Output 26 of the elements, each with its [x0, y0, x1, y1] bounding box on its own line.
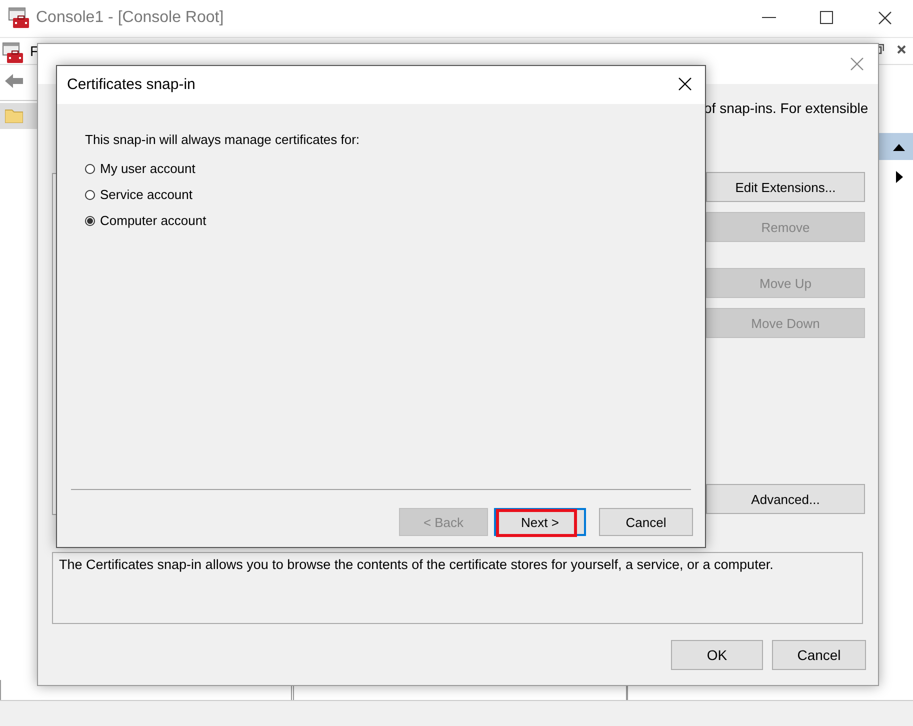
folder-icon	[5, 108, 23, 123]
wizard-button[interactable]: Cancel	[599, 508, 693, 536]
close-icon[interactable]	[678, 77, 692, 91]
collapse-icon[interactable]	[893, 144, 905, 151]
radio-button[interactable]	[85, 216, 95, 226]
radio-button[interactable]	[85, 164, 95, 174]
maximize-icon[interactable]	[820, 11, 833, 24]
close-icon[interactable]	[897, 45, 906, 54]
footer-button[interactable]: Cancel	[772, 640, 866, 670]
side-button[interactable]: Edit Extensions...	[706, 172, 865, 202]
radio-label[interactable]: Service account	[100, 187, 192, 202]
footer-button[interactable]: OK	[671, 640, 763, 670]
dialog-title: Certificates snap-in	[67, 76, 196, 93]
back-arrow-icon[interactable]	[4, 73, 24, 89]
side-button[interactable]: Advanced...	[706, 484, 865, 514]
minimize-icon[interactable]	[762, 17, 776, 19]
header-bar[interactable]	[879, 133, 913, 160]
app-icon	[8, 7, 30, 29]
prompt-text: This snap-in will always manage certificates for:	[85, 132, 360, 147]
description-box: The Certificates snap-in allows you to browse the contents of the certificate stores for yourself, a service, or a computer.	[52, 552, 863, 624]
close-icon[interactable]	[878, 11, 892, 25]
expand-icon[interactable]	[896, 171, 903, 183]
radio-button[interactable]	[85, 190, 95, 200]
window-title: Console1 - [Console Root]	[36, 9, 224, 27]
radio-label[interactable]: Computer account	[100, 213, 206, 228]
radio-label[interactable]: My user account	[100, 161, 196, 176]
